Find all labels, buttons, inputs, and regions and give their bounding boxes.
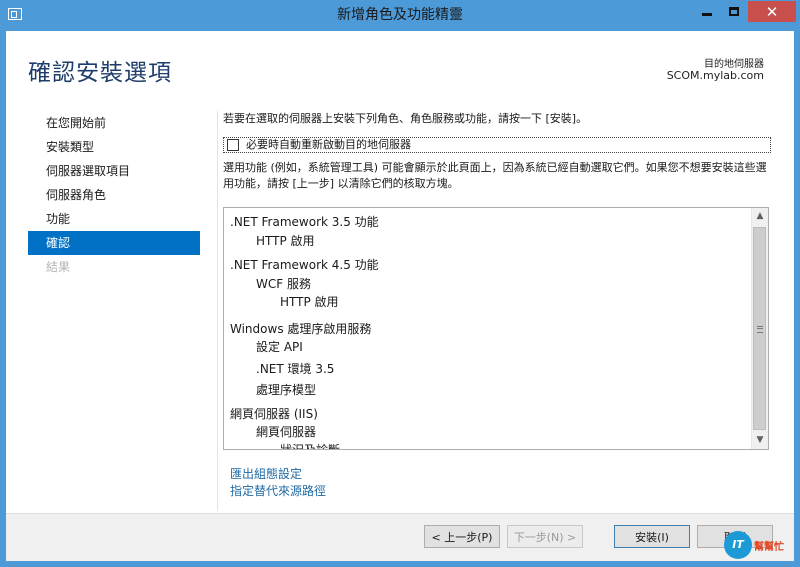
vertical-scrollbar[interactable]: ▲ ▼ [751,208,768,449]
maximize-button[interactable] [721,1,747,22]
nav-item-server-roles[interactable]: 伺服器角色 [28,183,200,207]
list-item: 網頁伺服器 (IIS) [230,407,318,421]
restart-checkbox-row[interactable]: 必要時自動重新啟動目的地伺服器 [223,137,771,153]
close-icon: ✕ [765,2,779,21]
page-title: 確認安裝選項 [28,60,172,86]
install-button[interactable]: 安裝(I) [614,525,690,548]
list-item: Windows 處理序啟用服務 [230,322,372,336]
next-button: 下一步(N) > [507,525,583,548]
list-item: .NET Framework 4.5 功能 [230,258,379,272]
list-item: 狀況及診斷 [280,441,340,449]
window-title: 新增角色及功能精靈 [337,7,463,23]
nav-item-features[interactable]: 功能 [28,207,200,231]
nav-item-server-selection[interactable]: 伺服器選取項目 [28,159,200,183]
scrollbar-grip-icon [757,326,763,333]
list-item: .NET 環境 3.5 [256,362,335,376]
nav-item-confirmation[interactable]: 確認 [28,231,200,255]
scrollbar-thumb[interactable] [753,227,766,430]
restart-checkbox[interactable] [227,139,239,151]
title-bar[interactable]: 新增角色及功能精靈 ✕ [0,0,800,31]
list-item: 網頁伺服器 [256,425,317,439]
restart-checkbox-label[interactable]: 必要時自動重新啟動目的地伺服器 [246,138,411,152]
export-configuration-link[interactable]: 匯出組態設定 [230,465,302,482]
optional-features-note: 選用功能 (例如，系統管理工具) 可能會顯示於此頁面上，因為系統已經自動選取它們… [223,161,767,190]
list-item: HTTP 啟用 [280,295,339,309]
wizard-window: 新增角色及功能精靈 ✕ 確認安裝選項 目的地伺服器 SCOM.mylab.com… [0,0,800,567]
wizard-nav: 在您開始前 安裝類型 伺服器選取項目 伺服器角色 功能 確認 結果 [28,111,200,279]
list-item: .NET Framework 3.5 功能 [230,215,379,229]
watermark-text: 幫幫忙 [754,542,784,553]
selection-list-content: .NET Framework 3.5 功能 HTTP 啟用 .NET Frame… [224,208,751,449]
minimize-icon [702,13,712,16]
list-item: WCF 服務 [256,277,311,291]
list-item: 處理序模型 [256,383,317,397]
selection-list[interactable]: .NET Framework 3.5 功能 HTTP 啟用 .NET Frame… [223,207,769,450]
scroll-down-arrow-icon[interactable]: ▼ [752,432,768,449]
site-watermark-logo: IT 幫幫忙 [724,531,790,559]
list-item: HTTP 啟用 [256,234,315,248]
nav-divider [217,111,218,511]
nav-item-results: 結果 [46,260,71,274]
close-button[interactable]: ✕ [748,1,796,22]
destination-server-name: SCOM.mylab.com [666,69,764,82]
intro-text: 若要在選取的伺服器上安裝下列角色、角色服務或功能，請按一下 [安裝]。 [223,112,588,125]
nav-item-installation-type[interactable]: 安裝類型 [28,135,200,159]
minimize-button[interactable] [694,1,720,22]
alternate-source-path-link[interactable]: 指定替代來源路徑 [230,482,326,499]
previous-button[interactable]: < 上一步(P) [424,525,500,548]
wizard-client: 確認安裝選項 目的地伺服器 SCOM.mylab.com 在您開始前 安裝類型 … [0,31,800,567]
watermark-badge-icon: IT [724,531,752,559]
list-item: 設定 API [256,340,303,354]
nav-item-before-you-begin[interactable]: 在您開始前 [28,111,200,135]
maximize-icon [729,7,739,16]
wizard-footer: < 上一步(P) 下一步(N) > 安裝(I) 取消 IT 幫幫忙 [6,513,794,561]
destination-server-label: 目的地伺服器 [704,59,764,70]
scroll-up-arrow-icon[interactable]: ▲ [752,208,768,225]
